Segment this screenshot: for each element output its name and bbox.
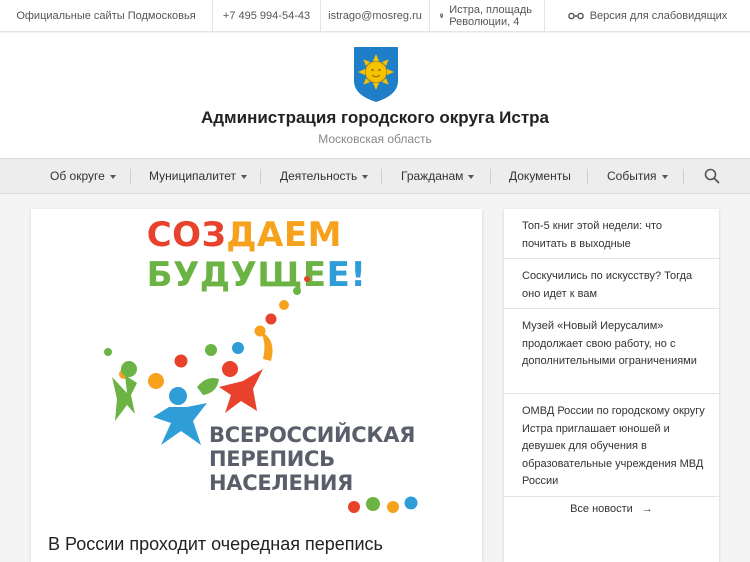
all-news-label: Все новости	[570, 503, 633, 515]
nav-divider	[587, 169, 588, 184]
nav-item-about[interactable]: Об округе	[50, 159, 116, 193]
nav-divider	[381, 169, 382, 184]
census-line-3: НАСЕЛЕНИЯ	[209, 471, 353, 495]
top-bar: Официальные сайты Подмосковья +7 495 994…	[0, 0, 750, 32]
nav-item-label: События	[607, 169, 657, 183]
caret-down-icon	[468, 174, 475, 179]
glasses-icon	[567, 12, 584, 19]
census-line-1: ВСЕРОССИЙСКАЯ	[209, 423, 416, 447]
nav-item-municipality[interactable]: Муниципалитет	[149, 159, 248, 193]
search-icon[interactable]	[704, 168, 720, 184]
all-news-link[interactable]: Все новости →	[504, 503, 719, 515]
phone-link[interactable]: +7 495 994-54-43	[213, 0, 321, 31]
census-line-2: ПЕРЕПИСЬ	[209, 447, 335, 471]
caret-down-icon	[362, 174, 369, 179]
email-link[interactable]: istrago@mosreg.ru	[321, 0, 430, 31]
sidebar-news-item[interactable]: ОМВД России по городскому округу Истра п…	[504, 394, 719, 497]
official-sites-link[interactable]: Официальные сайты Подмосковья	[0, 0, 213, 31]
caret-down-icon	[241, 174, 248, 179]
nav-divider	[683, 169, 684, 184]
census-promo-image: СОЗДАЕМ БУДУЩЕЕ! ВСЕРОССИЙСКАЯ ПЕРЕПИСЬ …	[31, 209, 482, 529]
nav-item-label: Муниципалитет	[149, 169, 237, 183]
sidebar-news-item[interactable]: Соскучились по искусству? Тогда оно идет…	[504, 259, 719, 309]
nav-item-activity[interactable]: Деятельность	[280, 159, 369, 193]
sidebar-news-item[interactable]: Музей «Новый Иерусалим» продолжает свою …	[504, 309, 719, 394]
nav-divider	[130, 169, 131, 184]
nav-item-label: Об округе	[50, 169, 105, 183]
nav-item-events[interactable]: События	[607, 159, 668, 193]
page-subtitle: Московская область	[318, 132, 432, 146]
news-sidebar: Топ-5 книг этой недели: что почитать в в…	[504, 209, 719, 562]
nav-divider	[260, 169, 261, 184]
accessibility-label: Версия для слабовидящих	[589, 9, 728, 22]
address[interactable]: Истра, площадь Революции, 4	[430, 0, 545, 31]
nav-item-citizens[interactable]: Гражданам	[401, 159, 475, 193]
caret-down-icon	[109, 174, 116, 179]
site-header: Администрация городского округа Истра Мо…	[0, 33, 750, 158]
address-text: Истра, площадь Революции, 4	[449, 4, 532, 28]
arrow-right-icon: →	[641, 503, 653, 515]
accessibility-link[interactable]: Версия для слабовидящих	[545, 0, 750, 31]
main-nav: Об округе Муниципалитет Деятельность Гра…	[0, 158, 750, 194]
nav-item-label: Документы	[509, 169, 571, 183]
featured-news-card[interactable]: СОЗДАЕМ БУДУЩЕЕ! ВСЕРОССИЙСКАЯ ПЕРЕПИСЬ …	[31, 209, 482, 562]
location-pin-icon	[440, 13, 444, 18]
address-line-2: Революции, 4	[449, 15, 520, 28]
page-title: Администрация городского округа Истра	[200, 108, 550, 127]
nav-divider	[490, 169, 491, 184]
news-headline[interactable]: В России проходит очередная перепись	[48, 534, 383, 555]
coat-of-arms-icon[interactable]	[352, 45, 400, 103]
address-line-1: Истра, площадь	[449, 3, 532, 16]
caret-down-icon	[661, 174, 668, 179]
census-text: ВСЕРОССИЙСКАЯ ПЕРЕПИСЬ НАСЕЛЕНИЯ	[209, 423, 415, 495]
sidebar-news-item[interactable]: Топ-5 книг этой недели: что почитать в в…	[504, 209, 719, 259]
nav-item-label: Деятельность	[280, 169, 358, 183]
nav-item-label: Гражданам	[401, 169, 464, 183]
nav-item-documents[interactable]: Документы	[509, 159, 571, 193]
